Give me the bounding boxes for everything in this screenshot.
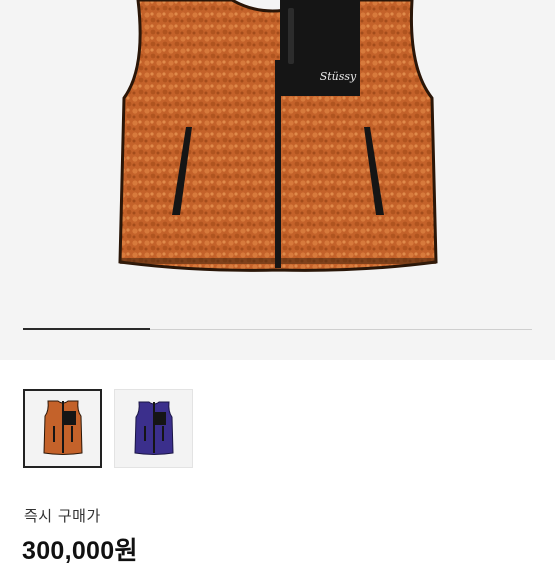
price-value: 300,000원	[22, 537, 138, 565]
product-image[interactable]: Stüssy	[0, 0, 555, 360]
gallery-progress-track	[23, 328, 532, 330]
thumbnail-orange-vest[interactable]	[23, 389, 102, 468]
price-label: 즉시 구매가	[24, 507, 101, 525]
gallery-progress-indicator	[23, 328, 151, 330]
svg-text:Stüssy: Stüssy	[320, 70, 357, 83]
thumbnail-purple-vest[interactable]	[114, 389, 193, 468]
